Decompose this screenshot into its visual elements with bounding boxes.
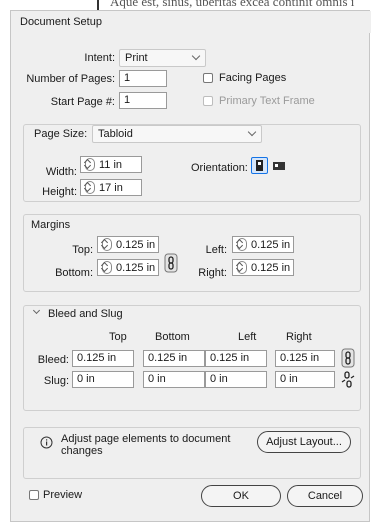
info-icon <box>40 436 53 452</box>
stepper-arrows-icon[interactable] <box>83 157 95 172</box>
margin-left-value: 0.125 in <box>251 238 291 251</box>
margins-label: Margins <box>31 219 71 231</box>
preview-checkbox[interactable] <box>29 490 39 500</box>
margin-right-value: 0.125 in <box>251 261 291 274</box>
primary-text-frame-checkbox[interactable] <box>203 96 213 106</box>
chevron-down-icon <box>32 306 41 315</box>
dialog-title: Document Setup <box>20 16 102 28</box>
margin-bottom-value: 0.125 in <box>116 261 156 274</box>
background-cursor-mark <box>97 0 99 10</box>
broken-chain-link-icon <box>341 371 355 388</box>
col-header-bottom: Bottom <box>155 331 190 343</box>
chain-link-icon <box>164 253 178 273</box>
bleed-bottom-input[interactable]: 0.125 in <box>143 350 205 367</box>
stepper-arrows-icon[interactable] <box>100 260 112 275</box>
margin-top-value: 0.125 in <box>116 238 156 251</box>
margin-top-stepper[interactable]: 0.125 in <box>97 236 159 253</box>
slug-bottom-input[interactable]: 0 in <box>143 371 205 388</box>
margin-top-label: Top: <box>72 244 93 256</box>
intent-label: Intent: <box>84 52 115 64</box>
intent-value: Print <box>125 52 148 64</box>
margin-left-stepper[interactable]: 0.125 in <box>232 236 294 253</box>
intent-dropdown[interactable]: Print <box>119 49 206 67</box>
height-label: Height: <box>42 186 77 198</box>
col-header-right: Right <box>286 331 312 343</box>
bleed-right-input[interactable]: 0.125 in <box>275 350 335 367</box>
orientation-portrait-button[interactable] <box>251 157 268 174</box>
width-value: 11 in <box>99 158 123 171</box>
document-setup-dialog: Document Setup Intent: Print Number of P… <box>10 10 371 522</box>
orientation-landscape-button[interactable] <box>271 158 287 174</box>
bleed-left-input[interactable]: 0.125 in <box>205 350 267 367</box>
slug-left-input[interactable]: 0 in <box>205 371 267 388</box>
background-document-text: Aque est, sinus, uberitas excea continit… <box>110 0 355 9</box>
number-of-pages-label: Number of Pages: <box>26 73 115 85</box>
facing-pages-label: Facing Pages <box>219 72 287 84</box>
width-label: Width: <box>45 166 77 178</box>
page-size-value: Tabloid <box>98 128 133 140</box>
start-page-input[interactable]: 1 <box>119 92 167 109</box>
margin-bottom-stepper[interactable]: 0.125 in <box>97 259 159 276</box>
margin-left-label: Left: <box>205 244 227 256</box>
cancel-button[interactable]: Cancel <box>287 485 363 507</box>
slug-link-button[interactable] <box>341 370 355 393</box>
page-size-dropdown[interactable]: Tabloid <box>92 125 262 143</box>
dialog-titlebar[interactable]: Document Setup <box>11 11 371 33</box>
slug-right-input[interactable]: 0 in <box>275 371 335 388</box>
stepper-arrows-icon[interactable] <box>83 180 95 195</box>
chevron-down-icon <box>247 127 257 137</box>
portrait-icon <box>256 160 263 171</box>
number-of-pages-input[interactable]: 1 <box>119 70 167 87</box>
bleed-slug-label: Bleed and Slug <box>48 308 123 320</box>
bleed-top-input[interactable]: 0.125 in <box>72 350 134 367</box>
start-page-label: Start Page #: <box>50 96 115 108</box>
stepper-arrows-icon[interactable] <box>235 237 247 252</box>
stepper-arrows-icon[interactable] <box>100 237 112 252</box>
height-stepper[interactable]: 17 in <box>80 179 142 196</box>
width-stepper[interactable]: 11 in <box>80 156 142 173</box>
chevron-down-icon <box>191 51 201 61</box>
adjust-info-text: Adjust page elements to document changes <box>61 433 231 457</box>
landscape-icon <box>273 162 285 170</box>
primary-text-frame-label: Primary Text Frame <box>219 95 315 107</box>
height-value: 17 in <box>99 181 123 194</box>
margin-right-stepper[interactable]: 0.125 in <box>232 259 294 276</box>
orientation-label: Orientation: <box>191 162 248 174</box>
bleed-label: Bleed: <box>37 354 69 366</box>
stepper-arrows-icon[interactable] <box>235 260 247 275</box>
slug-label: Slug: <box>43 375 69 387</box>
col-header-left: Left <box>238 331 257 343</box>
preview-label: Preview <box>43 489 83 501</box>
chain-link-icon <box>341 348 355 368</box>
margin-bottom-label: Bottom: <box>55 267 93 279</box>
page-size-label: Page Size: <box>31 128 91 140</box>
bleed-slug-expand-toggle[interactable] <box>31 306 41 317</box>
adjust-layout-button[interactable]: Adjust Layout... <box>257 431 351 453</box>
bleed-link-button[interactable] <box>341 348 355 371</box>
facing-pages-checkbox[interactable] <box>203 73 213 83</box>
margins-link-button[interactable] <box>164 253 178 276</box>
margin-right-label: Right: <box>198 267 227 279</box>
ok-button[interactable]: OK <box>201 485 281 507</box>
slug-top-input[interactable]: 0 in <box>72 371 134 388</box>
col-header-top: Top <box>109 331 127 343</box>
